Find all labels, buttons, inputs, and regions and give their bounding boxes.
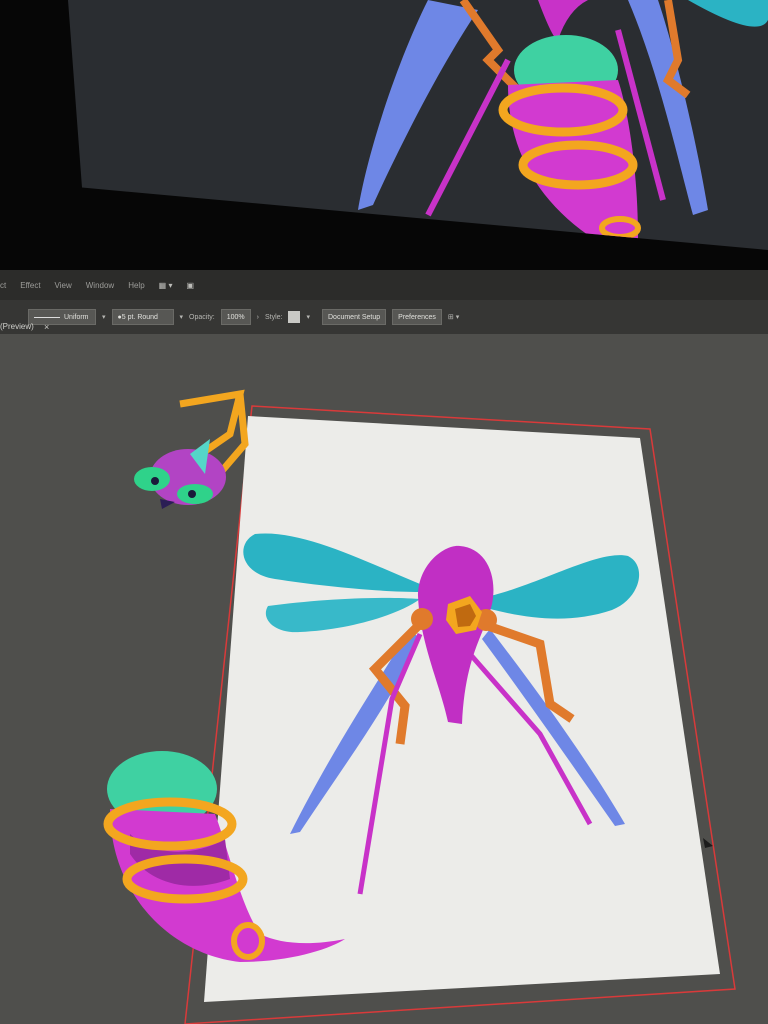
top-monitor-screen xyxy=(68,0,768,250)
stroke-dropdown-icon[interactable]: ▾ xyxy=(102,313,106,321)
document-setup-button[interactable]: Document Setup xyxy=(322,309,387,325)
menu-item-help[interactable]: Help xyxy=(128,281,144,290)
opacity-label: Opacity: xyxy=(189,313,215,321)
menu-item-window[interactable]: Window xyxy=(86,281,114,290)
canvas-area[interactable] xyxy=(0,334,768,1024)
head-pupil-left xyxy=(151,477,159,485)
cursor-icon xyxy=(703,838,713,848)
menu-item-object[interactable]: ct xyxy=(0,281,6,290)
main-monitor-screen: ct Effect View Window Help ▦ ▾ ▣ Uniform… xyxy=(0,270,768,1024)
document-tab-label[interactable]: (Preview) xyxy=(0,322,34,331)
style-swatch-icon[interactable] xyxy=(288,311,301,323)
stroke-profile-select[interactable]: Uniform xyxy=(28,309,96,325)
opacity-input[interactable]: 100% xyxy=(220,309,251,325)
preferences-button[interactable]: Preferences xyxy=(392,309,442,325)
head-pupil-right xyxy=(188,490,196,498)
top-monitor xyxy=(0,0,768,280)
brush-select[interactable]: ● 5 pt. Round xyxy=(111,309,174,325)
menu-item-effect[interactable]: Effect xyxy=(20,281,40,290)
brush-dropdown-icon[interactable]: ▾ xyxy=(180,313,184,321)
opacity-arrow-icon[interactable]: › xyxy=(257,314,259,321)
align-icon[interactable]: ⊞ ▾ xyxy=(448,313,459,321)
zoomed-artwork xyxy=(358,0,768,240)
close-icon[interactable]: × xyxy=(44,322,49,332)
control-bar: Uniform ▾ ● 5 pt. Round ▾ Opacity: 100% … xyxy=(0,300,768,334)
stroke-swatch-icon xyxy=(34,316,60,318)
menu-item-view[interactable]: View xyxy=(55,281,72,290)
screen-mode-icon[interactable]: ▣ xyxy=(186,281,194,290)
canvas-artwork xyxy=(103,389,736,1024)
menu-bar: ct Effect View Window Help ▦ ▾ ▣ xyxy=(0,270,768,300)
joint-left xyxy=(411,608,433,630)
style-dropdown-icon[interactable]: ▾ xyxy=(306,313,310,321)
style-label: Style: xyxy=(264,313,283,321)
arrange-icon[interactable]: ▦ ▾ xyxy=(159,281,173,290)
